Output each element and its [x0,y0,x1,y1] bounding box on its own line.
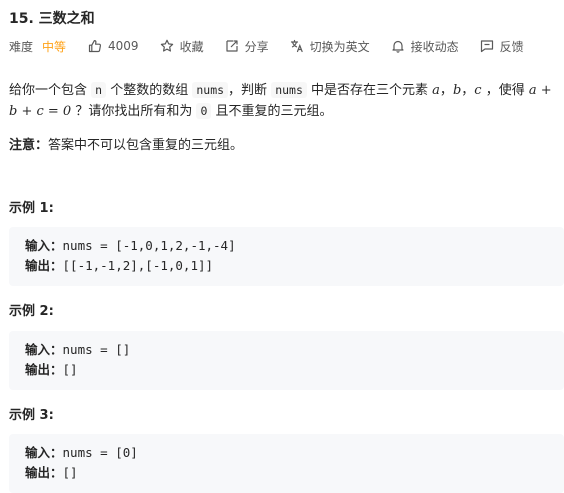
difficulty-badge: 中等 [42,39,67,54]
favorite-label: 收藏 [179,39,204,54]
example-input-line: 输入：nums = [] [25,340,548,360]
description-text: ？请你找出所有和为 [71,104,197,119]
output-value: [[-1,-1,2],[-1,0,1]] [62,258,214,273]
inline-code: n [91,82,107,98]
description-text: ， [461,83,475,98]
example-input-line: 输入：nums = [-1,0,1,2,-1,-4] [25,236,548,256]
feedback-button[interactable]: 反馈 [480,38,524,55]
description-text: ，判断 [228,83,272,98]
example-title: 示例 3: [9,408,54,423]
inline-code: 0 [196,103,212,119]
like-count: 4009 [108,39,139,53]
description-text: ， [439,83,453,98]
description-text: 个整数的数组 [106,83,193,98]
bell-icon [391,39,405,53]
thumbs-up-icon [88,39,102,53]
problem-title: 15. 三数之和 [9,11,95,27]
input-value: nums = [0] [62,445,138,460]
example-output-line: 输出：[] [25,463,548,483]
example-block: 输入：nums = [0] 输出：[] [9,434,564,493]
problem-meta-bar: 难度 中等 4009 收藏 分享 切换为英文 接收动态 反馈 [9,37,545,55]
description-text: 且不重复的三元组。 [211,104,333,119]
difficulty-label: 难度 [9,39,34,54]
input-label: 输入： [25,238,63,253]
math-var: c [474,83,482,98]
note-label: 注意： [9,138,49,153]
example-output-line: 输出：[] [25,360,548,380]
description-text: ，使得 [481,83,529,98]
example-title: 示例 2: [9,304,54,319]
input-value: nums = [] [62,342,131,357]
description-text: 给你一个包含 [9,83,92,98]
input-value: nums = [-1,0,1,2,-1,-4] [62,238,236,253]
notify-label: 接收动态 [410,39,459,54]
output-label: 输出： [25,362,63,377]
problem-description: 给你一个包含 n 个整数的数组 nums ，判断 nums 中是否存在三个元素 a… [9,80,559,122]
output-label: 输出： [25,258,63,273]
translate-icon [290,39,304,53]
example-block: 输入：nums = [-1,0,1,2,-1,-4] 输出：[[-1,-1,2]… [9,227,564,286]
note-text: 答案中不可以包含重复的三元组。 [48,138,244,153]
share-label: 分享 [244,39,269,54]
favorite-button[interactable]: 收藏 [160,38,204,55]
math-var: a [432,83,440,98]
like-button[interactable]: 4009 [88,39,139,53]
example-block: 输入：nums = [] 输出：[] [9,331,564,390]
feedback-label: 反馈 [499,39,524,54]
input-label: 输入： [25,445,63,460]
inline-code: nums [271,82,307,98]
inline-code: nums [192,82,229,98]
problem-page: 15. 三数之和 难度 中等 4009 收藏 分享 切换为英文 接收动态 反馈 … [0,0,564,493]
example-input-line: 输入：nums = [0] [25,443,548,463]
example-title: 示例 1: [9,201,54,216]
description-text: 中是否存在三个元素 [306,83,433,98]
output-value: [] [62,465,78,480]
switch-language-button[interactable]: 切换为英文 [290,38,370,55]
output-label: 输出： [25,465,63,480]
example-output-line: 输出：[[-1,-1,2],[-1,0,1]] [25,256,548,276]
output-value: [] [62,362,78,377]
share-button[interactable]: 分享 [225,38,269,55]
switch-language-label: 切换为英文 [309,39,370,54]
feedback-icon [480,39,494,53]
note-paragraph: 注意：答案中不可以包含重复的三元组。 [9,134,243,153]
notify-button[interactable]: 接收动态 [391,38,459,55]
star-icon [160,39,174,53]
input-label: 输入： [25,342,63,357]
share-icon [225,39,239,53]
